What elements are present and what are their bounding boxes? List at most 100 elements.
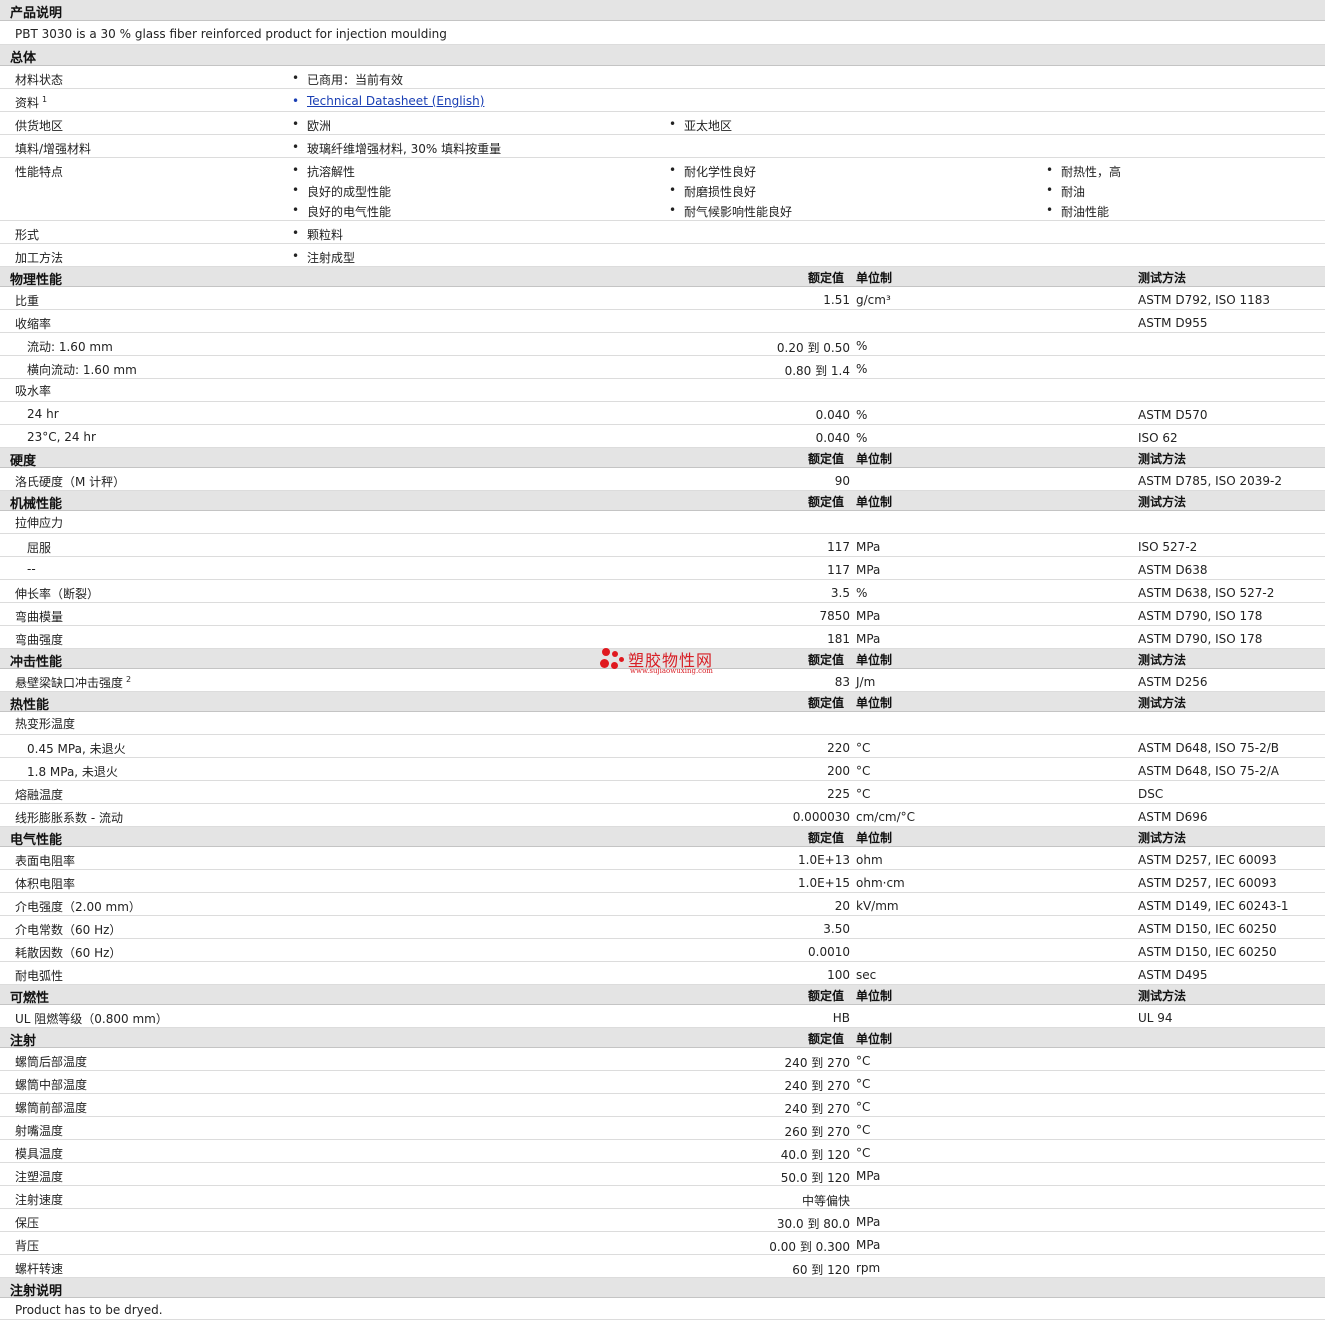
property-label: 耗散因数（60 Hz） — [15, 946, 122, 960]
property-value: 240 到 270 — [784, 1056, 850, 1070]
property-row: 背压 0.00 到 0.300 MPa — [0, 1232, 1325, 1255]
footnote-marker: 2 — [126, 675, 132, 684]
property-row: 屈服 117 MPa ISO 527-2 — [0, 534, 1325, 557]
property-unit: °C — [856, 1077, 871, 1091]
property-unit: sec — [856, 968, 877, 982]
property-value: 100 — [827, 968, 850, 982]
section-title: 产品说明 — [10, 6, 63, 21]
section-title: 热性能 — [10, 698, 50, 713]
property-test-method: ISO 62 — [1138, 431, 1178, 445]
property-unit: cm/cm/°C — [856, 810, 916, 824]
general-item: 颗粒料 — [292, 226, 343, 243]
property-label: 保压 — [15, 1216, 40, 1230]
property-label: 螺筒中部温度 — [15, 1078, 88, 1092]
section-title: 物理性能 — [10, 273, 63, 288]
section-header: 物理性能 额定值 单位制 测试方法 — [0, 267, 1325, 288]
property-row: -- 117 MPa ASTM D638 — [0, 557, 1325, 580]
general-item: 耐油 — [1046, 183, 1085, 200]
general-item: 耐化学性良好 — [669, 163, 756, 180]
column-header-value: 额定值 — [808, 696, 845, 710]
column-header-test: 测试方法 — [1138, 696, 1187, 710]
section-header: 可燃性 额定值 单位制 测试方法 — [0, 985, 1325, 1006]
property-row: 注塑温度 50.0 到 120 MPa — [0, 1163, 1325, 1186]
column-header-unit: 单位制 — [856, 653, 893, 667]
property-test-method: DSC — [1138, 787, 1164, 801]
general-item: 良好的电气性能 — [292, 203, 391, 220]
property-label: 模具温度 — [15, 1147, 64, 1161]
general-item: 耐油性能 — [1046, 203, 1109, 220]
column-header-test: 测试方法 — [1138, 653, 1187, 667]
property-label: 洛氏硬度（M 计秤） — [15, 475, 126, 489]
section-header: 机械性能 额定值 单位制 测试方法 — [0, 491, 1325, 512]
property-label: 介电常数（60 Hz） — [15, 923, 122, 937]
property-value: 240 到 270 — [784, 1102, 850, 1116]
property-row: 保压 30.0 到 80.0 MPa — [0, 1209, 1325, 1232]
column-header-test: 测试方法 — [1138, 495, 1187, 509]
property-value: 117 — [827, 540, 850, 554]
property-value: 260 到 270 — [784, 1125, 850, 1139]
column-header-value: 额定值 — [808, 831, 845, 845]
property-value: 240 到 270 — [784, 1079, 850, 1093]
property-unit: % — [856, 408, 868, 422]
property-label: 体积电阻率 — [15, 877, 76, 891]
general-row: 材料状态 已商用：当前有效 — [0, 66, 1325, 89]
column-header-unit: 单位制 — [856, 696, 893, 710]
general-item: 良好的成型性能 — [292, 183, 391, 200]
property-row: 0.45 MPa, 未退火 220 °C ASTM D648, ISO 75-2/B — [0, 735, 1325, 758]
section-title: 冲击性能 — [10, 655, 63, 670]
property-test-method: ASTM D638 — [1138, 563, 1208, 577]
property-label: 线形膨胀系数 - 流动 — [15, 811, 123, 825]
general-row: 加工方法 注射成型 — [0, 244, 1325, 267]
section-title: 注射 — [10, 1034, 37, 1049]
general-label: 供货地区 — [15, 119, 64, 133]
property-unit: °C — [856, 741, 871, 755]
property-row: 螺筒后部温度 240 到 270 °C — [0, 1048, 1325, 1071]
property-row: 表面电阻率 1.0E+13 ohm ASTM D257, IEC 60093 — [0, 847, 1325, 870]
general-item: 玻璃纤维增强材料, 30% 填料按重量 — [292, 140, 501, 157]
general-row: 填料/增强材料 玻璃纤维增强材料, 30% 填料按重量 — [0, 135, 1325, 158]
section-title: 可燃性 — [10, 991, 50, 1006]
column-header-test: 测试方法 — [1138, 452, 1187, 466]
property-row: 螺筒中部温度 240 到 270 °C — [0, 1071, 1325, 1094]
section-title: 硬度 — [10, 454, 37, 469]
general-row: 资料1 Technical Datasheet (English) — [0, 89, 1325, 112]
watermark-url: www.sujiaowuxing.com — [630, 667, 713, 675]
property-value: 0.000030 — [792, 810, 850, 824]
section-header: 热性能 额定值 单位制 测试方法 — [0, 692, 1325, 713]
property-test-method: ASTM D150, IEC 60250 — [1138, 945, 1277, 959]
property-test-method: ASTM D648, ISO 75-2/A — [1138, 764, 1279, 778]
general-label: 性能特点 — [15, 165, 64, 179]
property-row: 23°C, 24 hr 0.040% ISO 62 — [0, 425, 1325, 448]
column-header-value: 额定值 — [808, 1032, 845, 1046]
general-label: 资料 1 — [15, 95, 48, 110]
property-row: 模具温度 40.0 到 120 °C — [0, 1140, 1325, 1163]
property-value: 20 — [834, 899, 850, 913]
column-header-unit: 单位制 — [856, 831, 893, 845]
column-header-value: 额定值 — [808, 495, 845, 509]
property-label: 伸长率（断裂） — [15, 587, 100, 601]
property-row: 吸水率 — [0, 379, 1325, 402]
property-test-method: ASTM D638, ISO 527-2 — [1138, 586, 1275, 600]
column-header-value: 额定值 — [808, 989, 845, 1003]
property-test-method: ASTM D790, ISO 178 — [1138, 632, 1263, 646]
property-label: 背压 — [15, 1239, 40, 1253]
watermark-dots-icon — [598, 645, 628, 675]
property-value: 中等偏快 — [801, 1194, 850, 1208]
column-header-value: 额定值 — [808, 653, 845, 667]
property-label: 熔融温度 — [15, 788, 64, 802]
property-value: 83 — [834, 675, 850, 689]
section-title: 机械性能 — [10, 497, 63, 512]
general-row: 供货地区 欧洲 亚太地区 — [0, 112, 1325, 135]
property-unit: °C — [856, 1146, 871, 1160]
section-header: 注射说明 — [0, 1278, 1325, 1299]
property-value: 30.0 到 80.0 — [776, 1217, 850, 1231]
property-test-method: ASTM D495 — [1138, 968, 1208, 982]
notes-row: Product has to be dryed. — [0, 1298, 1325, 1320]
datasheet-link[interactable]: Technical Datasheet (English) — [292, 94, 484, 108]
property-unit: °C — [856, 1123, 871, 1137]
column-header-unit: 单位制 — [856, 452, 893, 466]
property-unit: MPa — [856, 540, 881, 554]
property-value: 0.040 — [815, 431, 850, 445]
property-value: 1.51 — [823, 293, 850, 307]
property-label: 23°C, 24 hr — [27, 430, 96, 444]
